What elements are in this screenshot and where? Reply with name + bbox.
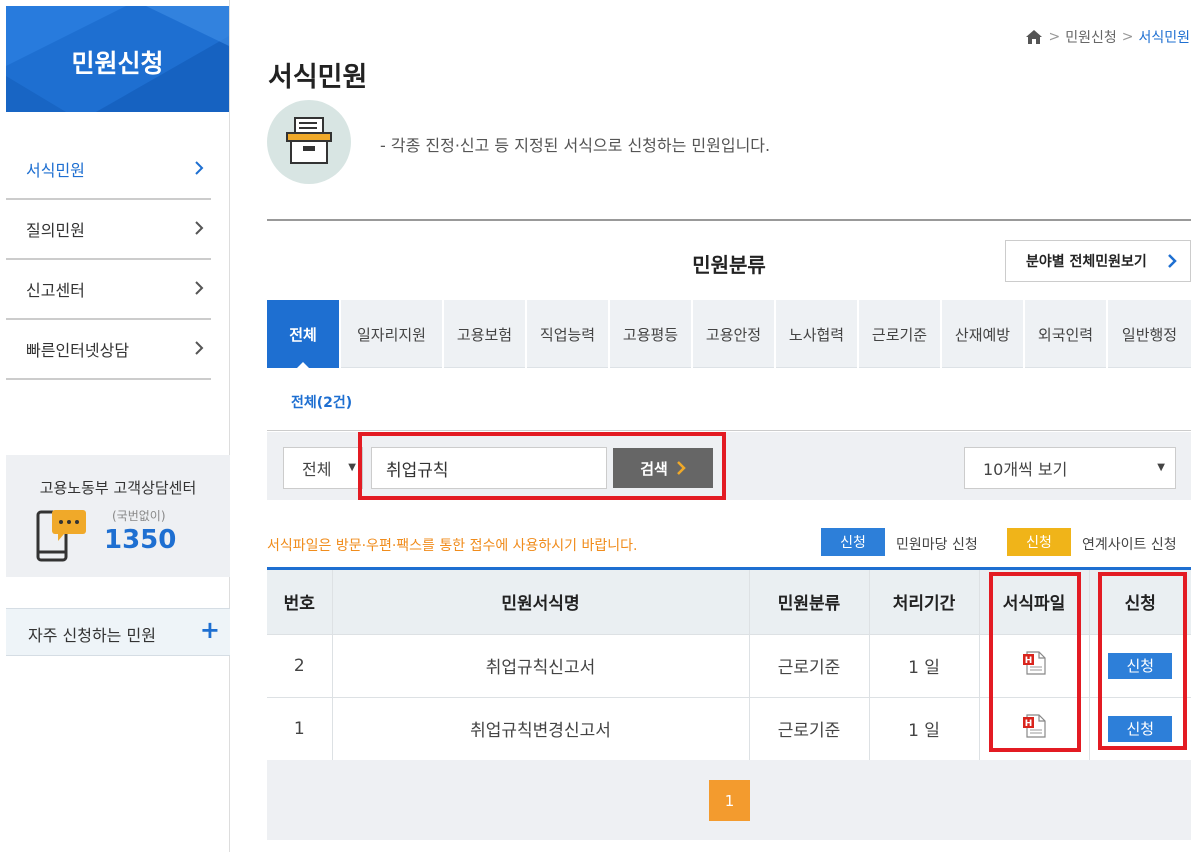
- chevron-right-icon: [1168, 254, 1177, 268]
- tab-foreign-workforce[interactable]: 외국인력: [1025, 300, 1108, 368]
- category-tabs: 전체 일자리지원 고용보험 직업능력 고용평등 고용안정 노사협력 근로기준 산…: [267, 300, 1191, 369]
- sidebar-header: 민원신청: [6, 6, 229, 112]
- tab-employment-equality[interactable]: 고용평등: [610, 300, 693, 368]
- page-title: 서식민원: [268, 62, 368, 93]
- breadcrumb-separator: >: [1048, 29, 1061, 45]
- intro-text: - 각종 진정·신고 등 지정된 서식으로 신청하는 민원입니다.: [380, 136, 771, 155]
- tab-general-admin[interactable]: 일반행정: [1108, 300, 1191, 368]
- legend-badge-blue: 신청: [821, 528, 885, 556]
- sidebar-item-inquiry-petition[interactable]: 질의민원: [6, 200, 211, 260]
- legend-badge-yellow: 신청: [1007, 528, 1071, 556]
- header-period: 처리기간: [868, 570, 979, 634]
- tab-labor-standards[interactable]: 근로기준: [859, 300, 942, 368]
- sidebar-item-form-petition[interactable]: 서식민원: [6, 140, 211, 200]
- file-box-icon: [286, 117, 332, 164]
- tab-all[interactable]: 전체: [267, 300, 341, 369]
- page-size-value: 10개씩 보기: [983, 460, 1068, 479]
- cell-category: 근로기준: [748, 696, 869, 761]
- divider: [267, 430, 1191, 431]
- dropdown-arrow-icon: ▼: [348, 462, 356, 473]
- cell-category: 근로기준: [748, 633, 869, 697]
- breadcrumb: > 민원신청 > 서식민원: [1025, 27, 1190, 47]
- chevron-right-icon: [195, 281, 204, 295]
- cell-no: 1: [267, 696, 332, 761]
- tab-industrial-safety[interactable]: 산재예방: [942, 300, 1025, 368]
- cell-period: 1 일: [868, 633, 979, 697]
- sidebar: 민원신청 서식민원 질의민원 신고센터 빠른인터넷상담 고용노동부 고객상담센터: [0, 0, 230, 852]
- tab-employment-stability[interactable]: 고용안정: [693, 300, 776, 368]
- tab-labor-cooperation[interactable]: 노사협력: [776, 300, 859, 368]
- dropdown-arrow-icon: ▼: [1157, 462, 1165, 473]
- sidebar-menu: 서식민원 질의민원 신고센터 빠른인터넷상담: [6, 140, 211, 380]
- support-center: 고용노동부 고객상담센터 (국번없이) 1350: [6, 455, 230, 577]
- legend-label-yellow: 연계사이트 신청: [1082, 537, 1177, 553]
- cell-name: 취업규칙신고서: [331, 633, 749, 697]
- sidebar-item-report-center[interactable]: 신고센터: [6, 260, 211, 320]
- intro-icon-circle: [267, 100, 351, 184]
- support-title: 고용노동부 고객상담센터: [39, 479, 197, 497]
- cell-no: 2: [267, 633, 332, 697]
- sidebar-item-online-consult[interactable]: 빠른인터넷상담: [6, 320, 211, 380]
- view-all-label: 분야별 전체민원보기: [1026, 254, 1147, 270]
- tab-employment-insurance[interactable]: 고용보험: [444, 300, 527, 368]
- header-no: 번호: [267, 570, 332, 634]
- page-number-current[interactable]: 1: [709, 780, 750, 821]
- notice-text: 서식파일은 방문·우편·팩스를 통한 접수에 사용하시기 바랍니다.: [267, 538, 638, 554]
- chevron-right-icon: [195, 221, 204, 235]
- frequent-label: 자주 신청하는 민원: [28, 626, 156, 645]
- sidebar-item-label: 빠른인터넷상담: [26, 341, 130, 360]
- chevron-right-icon: [195, 161, 204, 175]
- highlight-box-file: [989, 572, 1081, 752]
- sidebar-title: 민원신청: [71, 49, 164, 78]
- plus-icon[interactable]: +: [200, 618, 220, 642]
- support-sub: (국번없이): [112, 509, 166, 523]
- search-category-select[interactable]: 전체 ▼: [283, 447, 363, 489]
- divider: [267, 219, 1191, 221]
- highlight-box-search: [358, 432, 726, 500]
- header-category: 민원분류: [748, 570, 869, 634]
- search-category-value: 전체: [302, 460, 332, 479]
- view-all-button[interactable]: 분야별 전체민원보기: [1005, 240, 1191, 282]
- frequent-petitions[interactable]: 자주 신청하는 민원 +: [6, 608, 230, 656]
- header-name: 민원서식명: [331, 570, 749, 634]
- tab-vocational-skills[interactable]: 직업능력: [527, 300, 610, 368]
- page-size-select[interactable]: 10개씩 보기 ▼: [964, 447, 1176, 489]
- legend-label-blue: 민원마당 신청: [896, 537, 978, 553]
- sidebar-item-label: 서식민원: [26, 161, 85, 180]
- cell-period: 1 일: [868, 696, 979, 761]
- cell-name: 취업규칙변경신고서: [331, 696, 749, 761]
- phone-chat-icon: [36, 510, 86, 562]
- highlight-box-apply: [1098, 572, 1187, 750]
- sidebar-item-label: 질의민원: [26, 221, 85, 240]
- support-number: 1350: [104, 525, 177, 555]
- result-count-link[interactable]: 전체(2건): [291, 392, 352, 412]
- breadcrumb-item[interactable]: 민원신청: [1065, 27, 1117, 47]
- home-icon[interactable]: [1025, 29, 1043, 45]
- sidebar-item-label: 신고센터: [26, 281, 85, 300]
- tab-job-support[interactable]: 일자리지원: [341, 300, 444, 368]
- breadcrumb-current[interactable]: 서식민원: [1138, 27, 1190, 47]
- breadcrumb-separator: >: [1121, 29, 1134, 45]
- chevron-right-icon: [195, 341, 204, 355]
